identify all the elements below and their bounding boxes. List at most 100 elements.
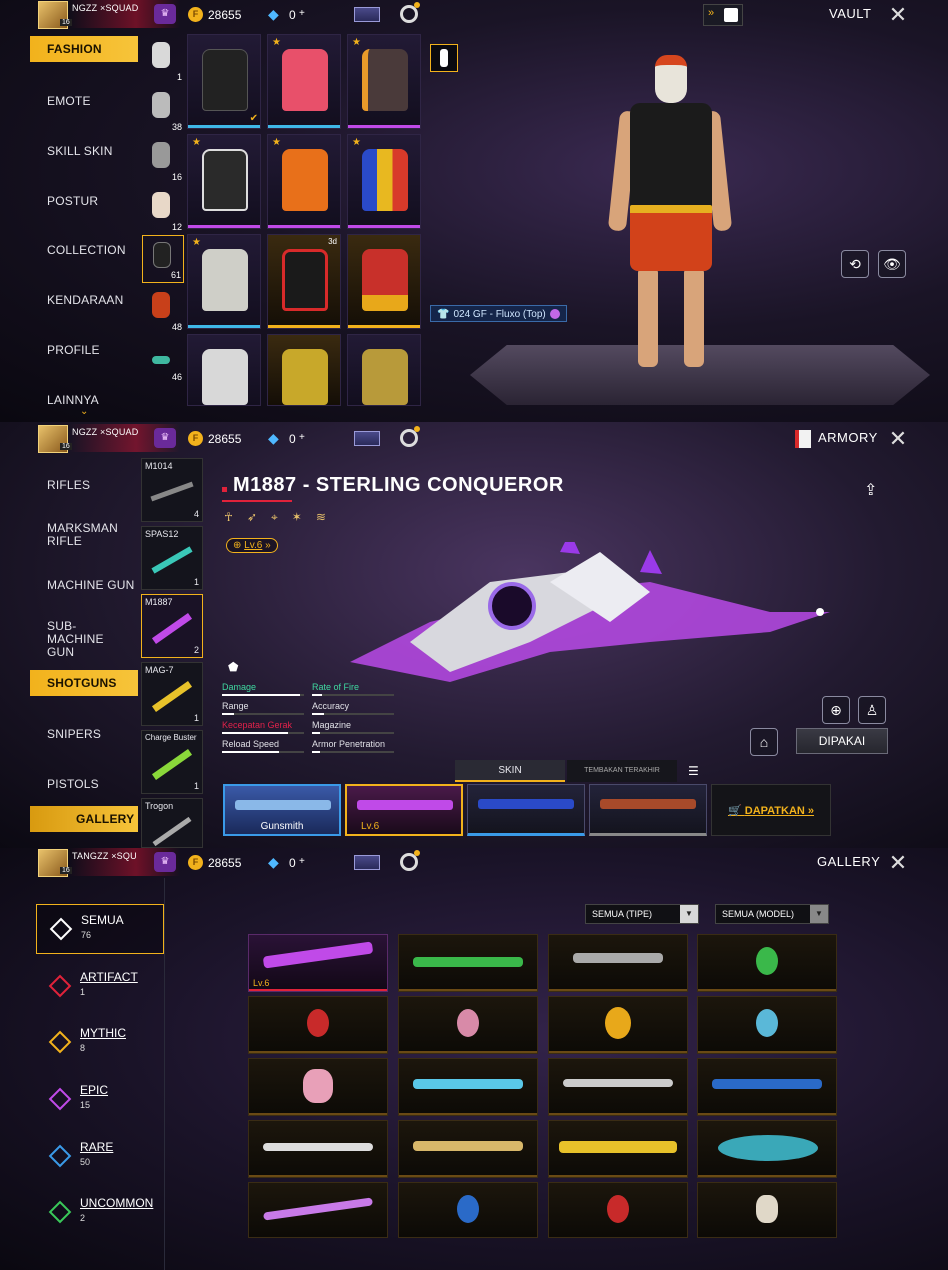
gallery-item[interactable] [398, 1182, 538, 1238]
grid-item[interactable]: ★ [347, 34, 421, 129]
gallery-item[interactable] [398, 934, 538, 992]
grid-item[interactable] [267, 334, 341, 406]
grid-item[interactable]: ★ [187, 134, 261, 229]
grid-item[interactable]: ★ [267, 134, 341, 229]
view-character-icon[interactable]: ♙ [858, 696, 886, 724]
rarity-epic[interactable]: EPIC 15 [36, 1075, 164, 1125]
grid-item[interactable] [187, 334, 261, 406]
rotate-icon[interactable]: ⟲ [841, 250, 869, 278]
close-icon[interactable]: ✕ [885, 426, 911, 452]
gallery-item[interactable] [398, 996, 538, 1054]
membership-card-icon[interactable] [354, 855, 380, 870]
tab-skin[interactable]: SKIN [455, 760, 565, 782]
menu-item-machine-gun[interactable]: MACHINE GUN [30, 572, 138, 598]
search-list-icon[interactable]: ☰ [688, 764, 699, 778]
grid-item[interactable]: ✔ [187, 34, 261, 129]
menu-item-fashion[interactable]: FASHION [30, 36, 138, 62]
weapon-card[interactable]: SPAS12 1 [141, 526, 203, 590]
menu-item-gallery[interactable]: GALLERY [30, 806, 138, 832]
gallery-item[interactable] [398, 1058, 538, 1116]
chevron-down-icon[interactable]: ⌄ [80, 406, 88, 417]
weapon-card[interactable]: Charge Buster 1 [141, 730, 203, 794]
menu-item-collection[interactable]: COLLECTION [30, 237, 138, 263]
gallery-item[interactable] [697, 1058, 837, 1116]
subcategory-hair[interactable]: 12 [142, 186, 184, 234]
shortcut-button[interactable]: » [703, 4, 743, 26]
menu-item-marksman-rifle[interactable]: MARKSMAN RIFLE [30, 522, 130, 548]
rank-badge-icon[interactable]: ♛ [154, 4, 176, 24]
character-model[interactable] [600, 55, 740, 385]
share-icon[interactable]: ⇪ [864, 480, 877, 500]
gallery-item[interactable] [697, 934, 837, 992]
type-filter-dropdown[interactable]: SEMUA (TIPE) ▼ [585, 904, 699, 924]
subcategory-pants[interactable]: 48 [142, 286, 184, 334]
gallery-item[interactable] [548, 1058, 688, 1116]
grid-item[interactable]: 3d [267, 234, 341, 329]
subcategory-shirt[interactable]: 61 [142, 235, 184, 283]
diamond-amount[interactable]: 0 + [289, 856, 305, 870]
skin-card[interactable] [467, 784, 585, 836]
diamond-amount[interactable]: 0 + [289, 8, 305, 22]
grid-item[interactable]: ★ [347, 134, 421, 229]
rarity-uncommon[interactable]: UNCOMMON 2 [36, 1188, 164, 1238]
menu-item-rifles[interactable]: RIFLES [30, 472, 138, 498]
skin-card-selected[interactable]: Lv.6 [345, 784, 463, 836]
tab-tembakan-terakhir[interactable]: TEMBAKAN TERAKHIR [567, 760, 677, 782]
menu-item-sub-machine-gun[interactable]: SUB-MACHINE GUN [30, 620, 130, 659]
menu-item-emote[interactable]: EMOTE [30, 88, 138, 114]
gallery-item[interactable] [248, 1120, 388, 1178]
close-icon[interactable]: ✕ [885, 850, 911, 876]
gallery-item[interactable] [548, 1120, 688, 1178]
gallery-item[interactable] [697, 996, 837, 1054]
grid-item[interactable] [347, 234, 421, 329]
weapon-card[interactable]: M1014 4 [141, 458, 203, 522]
weapon-level-badge[interactable]: ⊕ Lv.6 » [226, 538, 278, 553]
rarity-rare[interactable]: RARE 50 [36, 1132, 164, 1182]
diamond-amount[interactable]: 0 + [289, 432, 305, 446]
gallery-item[interactable] [548, 996, 688, 1054]
attachment-icon[interactable]: ⬟ [228, 660, 238, 674]
rarity-semua[interactable]: SEMUA 76 [36, 904, 164, 954]
gallery-item[interactable] [548, 1182, 688, 1238]
menu-item-postur[interactable]: POSTUR [30, 188, 138, 214]
gallery-item[interactable]: Lv.6 [248, 934, 388, 992]
grid-item[interactable]: ★ [187, 234, 261, 329]
membership-card-icon[interactable] [354, 431, 380, 446]
skin-card[interactable] [589, 784, 707, 836]
get-button[interactable]: 🛒 DAPATKAN » [711, 784, 831, 836]
weapon-card-selected[interactable]: M1887 2 [141, 594, 203, 658]
gallery-item[interactable] [697, 1182, 837, 1238]
rank-badge-icon[interactable]: ♛ [154, 852, 176, 872]
gallery-item[interactable] [248, 1058, 388, 1116]
home-icon[interactable]: ⌂ [750, 728, 778, 756]
weapon-card[interactable]: MAG-7 1 [141, 662, 203, 726]
weapon-card[interactable]: Trogon [141, 798, 203, 848]
menu-item-snipers[interactable]: SNIPERS [30, 721, 138, 747]
gallery-item[interactable] [697, 1120, 837, 1178]
subcategory-top[interactable]: 1 [142, 36, 184, 84]
grid-item[interactable]: ★ [267, 34, 341, 129]
menu-item-kendaraan[interactable]: KENDARAAN [30, 287, 138, 313]
subcategory-shoes[interactable]: 46 [142, 336, 184, 384]
rarity-artifact[interactable]: ARTIFACT 1 [36, 962, 164, 1012]
preview-toggle-button[interactable] [430, 44, 458, 72]
menu-item-pistols[interactable]: PISTOLS [30, 771, 138, 797]
rank-badge-icon[interactable]: ♛ [154, 428, 176, 448]
subcategory-head[interactable]: 38 [142, 86, 184, 134]
menu-item-profile[interactable]: PROFILE [30, 337, 138, 363]
gallery-item[interactable] [248, 1182, 388, 1238]
gallery-item[interactable] [548, 934, 688, 992]
equip-button[interactable]: DIPAKAI [796, 728, 888, 754]
gallery-item[interactable] [248, 996, 388, 1054]
weapon-attribute-icons[interactable]: ☥➶⌖✶≋ [224, 510, 340, 525]
grid-item[interactable] [347, 334, 421, 406]
gallery-item[interactable] [398, 1120, 538, 1178]
model-filter-dropdown[interactable]: SEMUA (MODEL) ▼ [715, 904, 829, 924]
skin-card[interactable]: Gunsmith [223, 784, 341, 836]
zoom-icon[interactable]: ⊕ [822, 696, 850, 724]
view-character-icon[interactable]: 👁 [878, 250, 906, 278]
close-icon[interactable]: ✕ [885, 2, 911, 28]
subcategory-face[interactable]: 16 [142, 136, 184, 184]
rarity-mythic[interactable]: MYTHIC 8 [36, 1018, 164, 1068]
membership-card-icon[interactable] [354, 7, 380, 22]
